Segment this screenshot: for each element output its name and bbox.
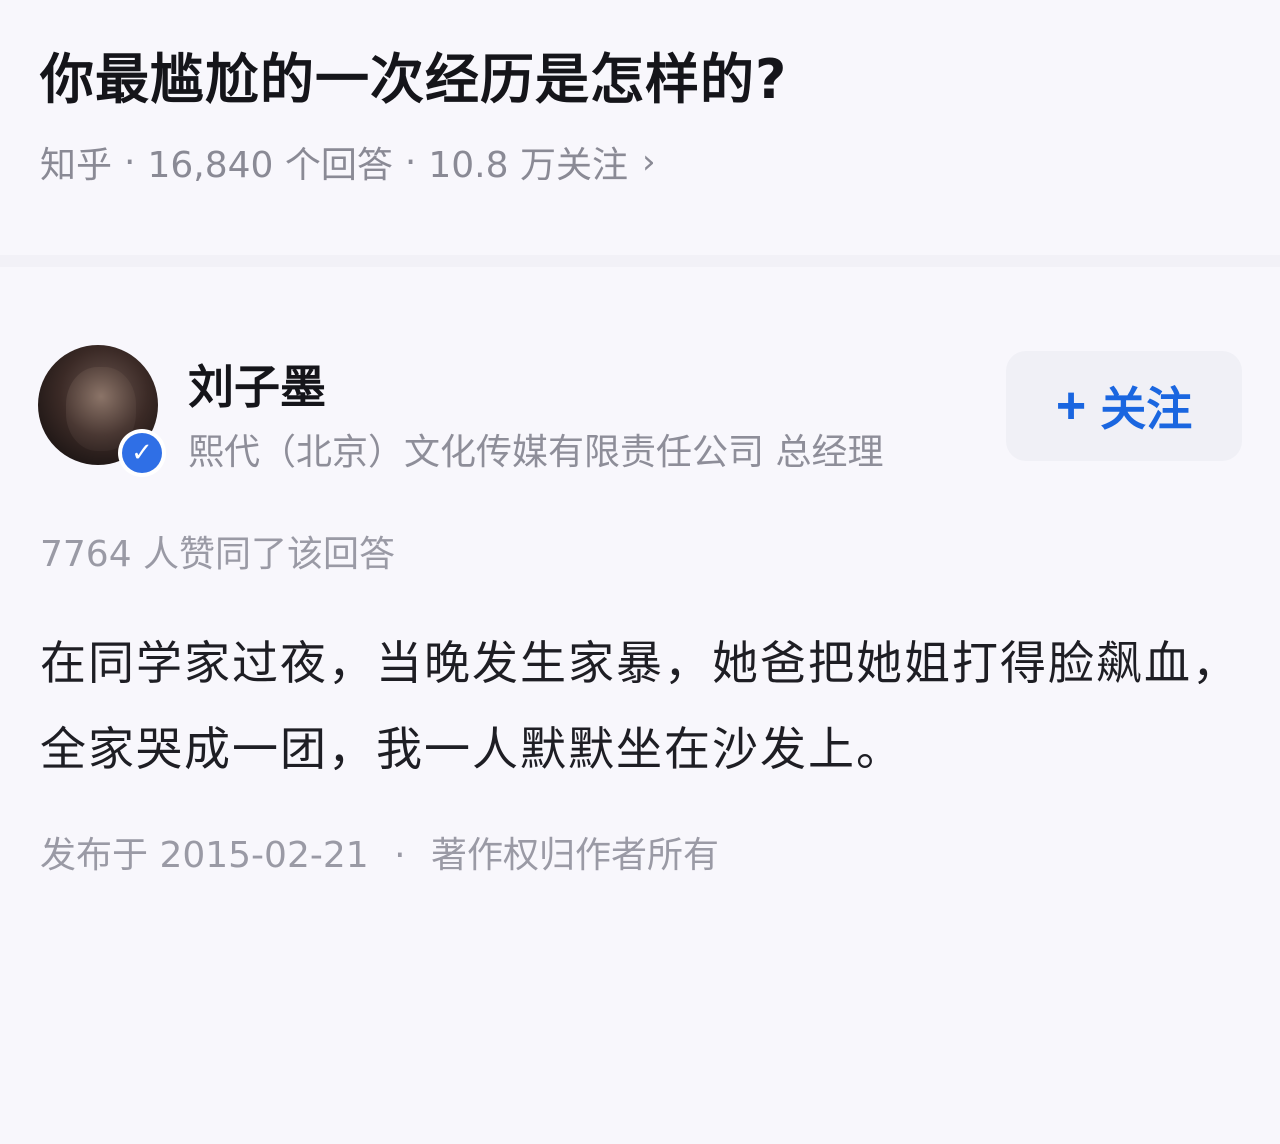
meta-separator: · (124, 141, 136, 183)
footer-separator: · (394, 835, 406, 876)
verified-check-icon: ✓ (122, 433, 162, 473)
question-meta[interactable]: 知乎 · 16,840 个回答 · 10.8 万关注 › (40, 136, 1240, 188)
chevron-right-icon: › (641, 142, 656, 182)
question-header: 你最尴尬的一次经历是怎样的? 知乎 · 16,840 个回答 · 10.8 万关… (40, 40, 1240, 188)
answer-footer: 发布于 2015-02-21 · 著作权归作者所有 (40, 826, 719, 878)
answers-count: 16,840 个回答 (147, 145, 393, 186)
answer-page: 你最尴尬的一次经历是怎样的? 知乎 · 16,840 个回答 · 10.8 万关… (0, 0, 1280, 1144)
section-divider (0, 255, 1280, 267)
votes-count: 7764 人赞同了该回答 (40, 534, 396, 575)
follow-button[interactable]: + 关注 (1006, 351, 1242, 461)
plus-icon: + (1055, 377, 1087, 435)
author-row: ✓ 刘子墨 熙代（北京）文化传媒有限责任公司 总经理 + 关注 (38, 345, 1248, 477)
publish-date: 发布于 2015-02-21 (40, 835, 369, 876)
author-description: 熙代（北京）文化传媒有限责任公司 总经理 (188, 432, 884, 473)
answer-content: 在同学家过夜，当晚发生家暴，她爸把她姐打得脸飙血，全家哭成一团，我一人默默坐在沙… (40, 636, 1240, 776)
follow-label: 关注 (1100, 383, 1193, 435)
copyright-notice: 著作权归作者所有 (431, 835, 720, 876)
meta-separator: · (404, 141, 417, 183)
followers-count: 10.8 万关注 (428, 145, 628, 186)
source-label: 知乎 (40, 145, 113, 186)
author-name[interactable]: 刘子墨 (188, 351, 326, 417)
verified-badge: ✓ (118, 429, 166, 477)
question-title[interactable]: 你最尴尬的一次经历是怎样的? (40, 40, 1240, 120)
